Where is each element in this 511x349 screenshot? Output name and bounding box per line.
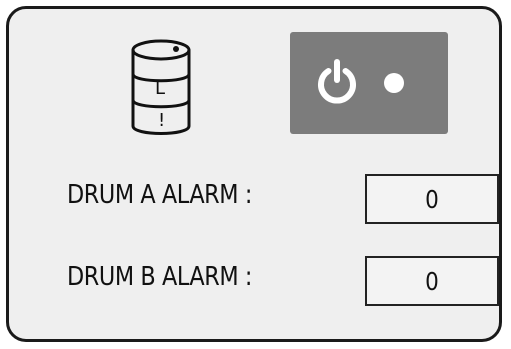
drum-a-alarm-value-text: 0: [425, 184, 439, 214]
status-dot-icon: [384, 73, 404, 93]
drum-a-alarm-label: DRUM A ALARM :: [67, 180, 252, 210]
drum-a-alarm-value: 0: [365, 174, 499, 224]
oil-drum-icon: L !: [131, 39, 191, 135]
drum-alarm-panel: L ! DRUM A ALARM : 0 DRUM B ALARM : 0: [6, 6, 502, 342]
power-button[interactable]: [290, 32, 448, 134]
drum-letter-l: L: [155, 78, 165, 99]
power-icon: [318, 59, 356, 104]
drum-b-alarm-value-text: 0: [425, 266, 439, 296]
drum-b-alarm-value: 0: [365, 256, 499, 306]
drum-b-alarm-label: DRUM B ALARM :: [67, 262, 252, 292]
drum-letter-exclamation: !: [158, 110, 165, 131]
